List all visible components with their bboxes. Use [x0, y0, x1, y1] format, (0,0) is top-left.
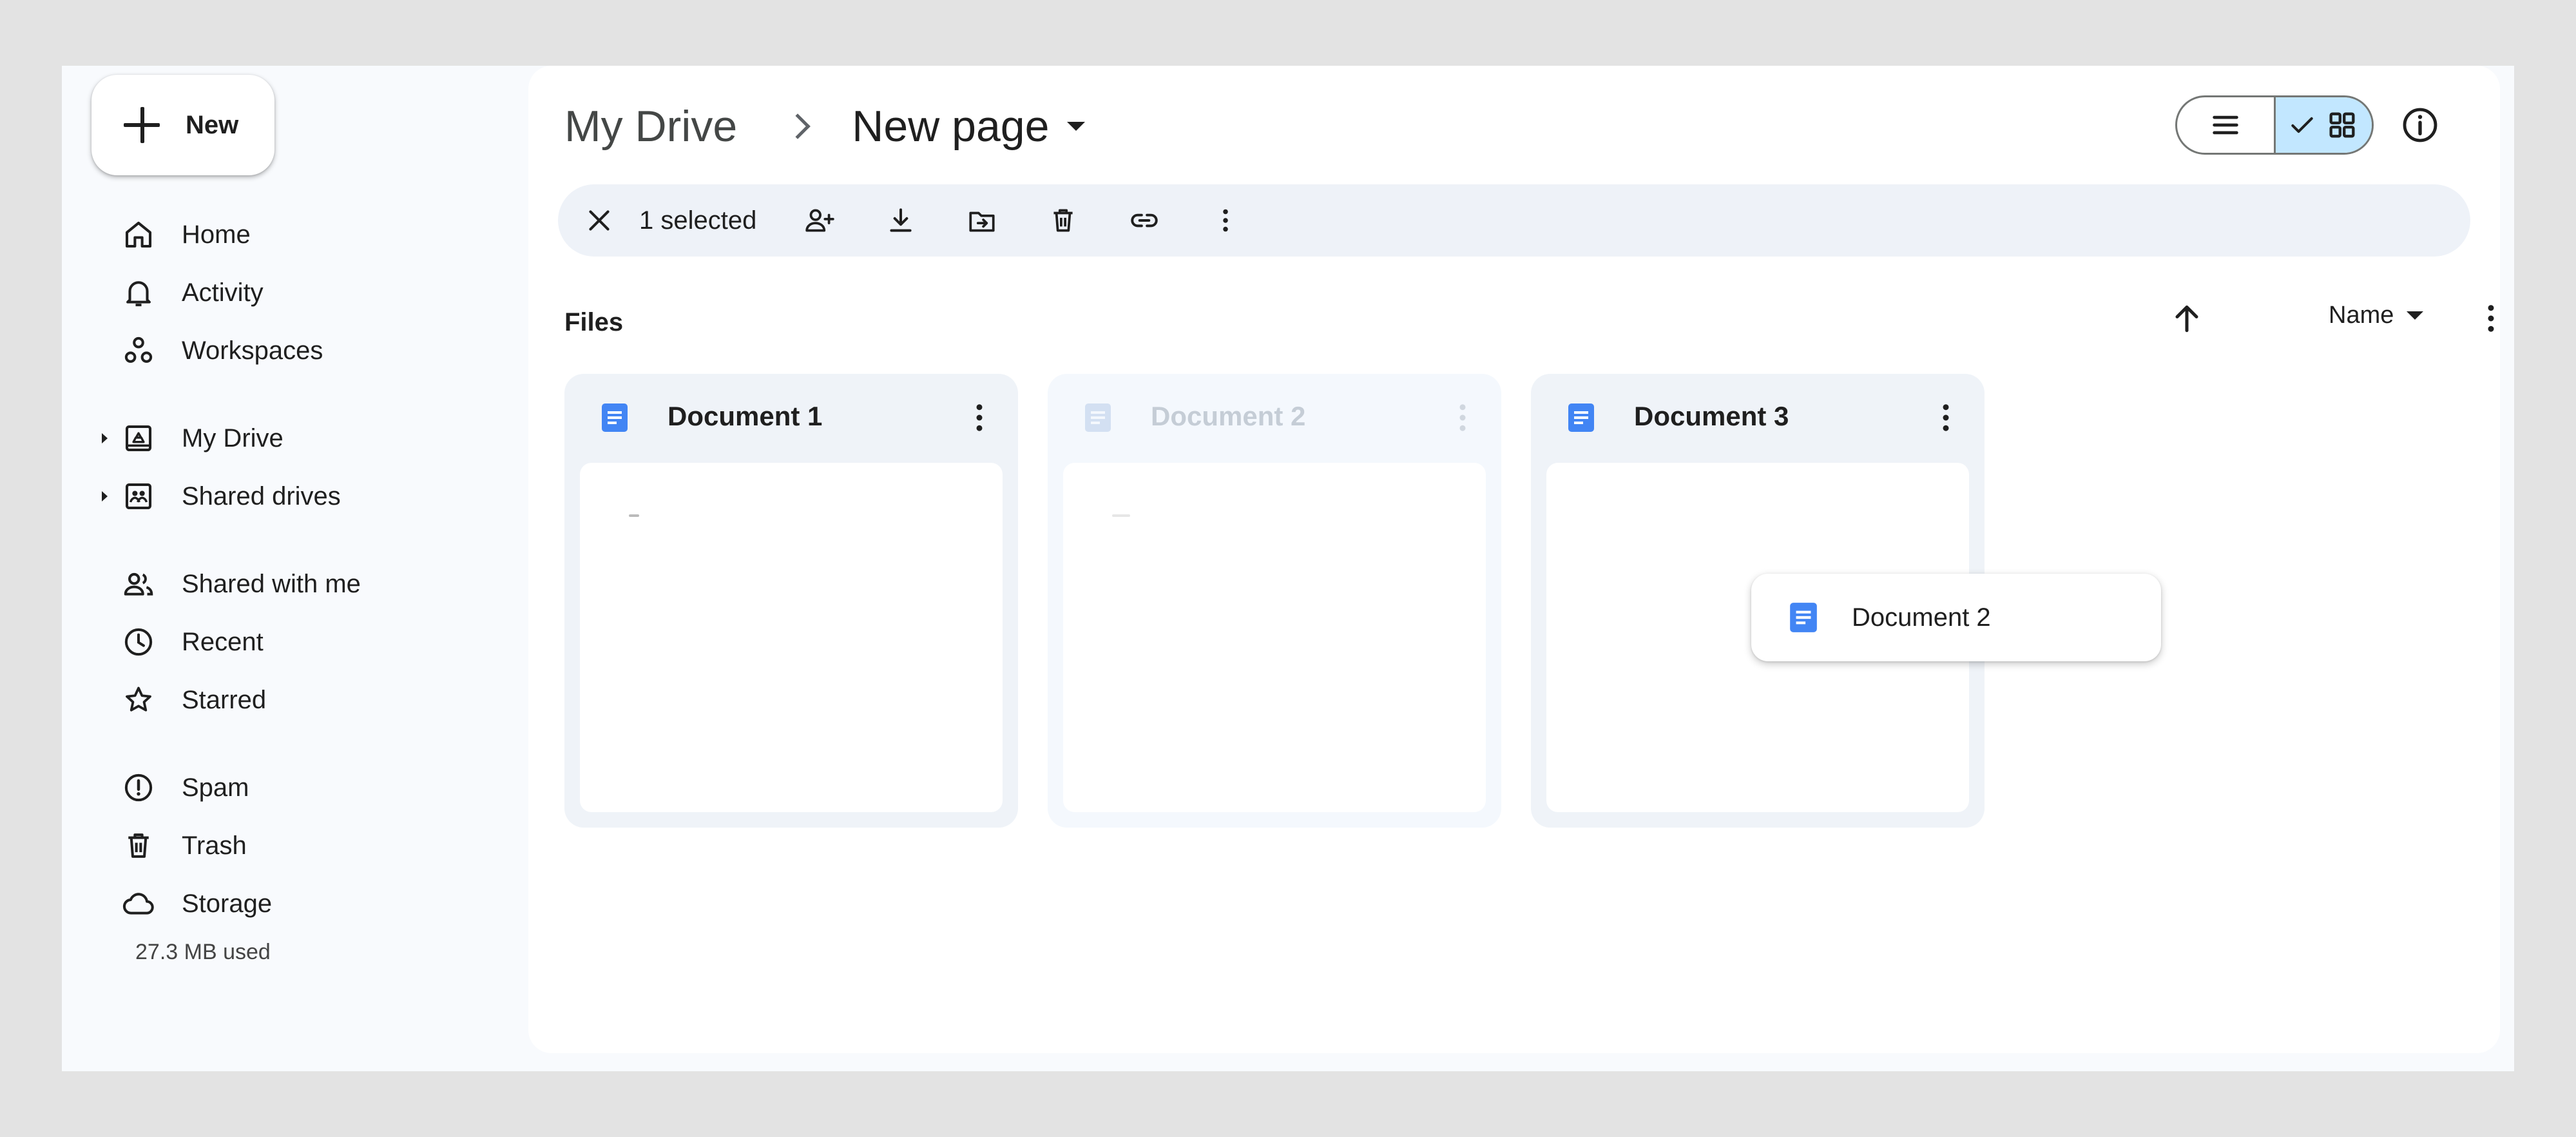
file-card[interactable]: Document 1: [564, 374, 1018, 828]
drag-ghost-label: Document 2: [1852, 603, 1991, 632]
more-vert-icon[interactable]: [1927, 398, 1965, 437]
download-button[interactable]: [881, 201, 920, 240]
main-panel: My Drive New page 1 selected Files Name …: [528, 66, 2500, 1053]
file-card-title: Document 1: [668, 401, 823, 431]
sidebar-item-label: Shared with me: [182, 569, 361, 598]
breadcrumb: My Drive New page: [564, 94, 1086, 159]
breadcrumb-root[interactable]: My Drive: [564, 101, 737, 151]
bell-icon: [126, 281, 151, 307]
link-icon: [1131, 213, 1158, 228]
grid-view-button[interactable]: [2273, 97, 2372, 153]
drive-app: New Home Activity Workspaces My Drive Sh…: [62, 66, 2514, 1071]
sidebar-item-label: Storage: [182, 889, 273, 918]
view-toggle: [2175, 95, 2374, 155]
sidebar-item-recent[interactable]: Recent: [121, 616, 264, 668]
spam-icon: [124, 773, 153, 802]
drag-ghost[interactable]: Document 2: [1751, 574, 2161, 661]
clear-selection-button[interactable]: [580, 201, 619, 240]
google-docs-icon: [602, 403, 628, 432]
new-button-label: New: [186, 110, 239, 139]
file-card[interactable]: Document 2: [1048, 374, 1501, 828]
grid-icon: [2329, 112, 2355, 138]
shared-drives-icon: [125, 483, 152, 510]
file-preview-thumbnail: [580, 463, 1003, 812]
drive-icon: [125, 425, 152, 452]
google-docs-icon: [1568, 403, 1594, 432]
people-icon: [124, 572, 153, 596]
page-title: New page: [852, 102, 1050, 151]
sidebar-item-label: My Drive: [182, 423, 284, 452]
sort-direction-arrow-up-icon[interactable]: [2167, 299, 2206, 338]
trash-icon: [1053, 209, 1073, 232]
sidebar-item-label: Shared drives: [182, 481, 341, 510]
clock-icon: [124, 628, 153, 656]
more-vert-icon: [1223, 209, 1229, 232]
sidebar-item-shared-with-me[interactable]: Shared with me: [121, 558, 361, 610]
list-view-button[interactable]: [2177, 97, 2274, 153]
list-icon: [2213, 115, 2238, 135]
sidebar-item-my-drive[interactable]: My Drive: [102, 413, 284, 464]
more-vert-icon[interactable]: [1443, 398, 1482, 437]
caret-down-icon: [1067, 122, 1086, 131]
file-card-title: Document 2: [1151, 401, 1306, 431]
breadcrumb-current-folder[interactable]: New page: [852, 101, 1086, 151]
sidebar-item-starred[interactable]: Starred: [121, 674, 266, 726]
sidebar-item-spam[interactable]: Spam: [121, 762, 249, 813]
selection-count: 1 selected: [639, 206, 757, 235]
home-icon: [125, 221, 152, 248]
sidebar-item-home[interactable]: Home: [121, 209, 251, 260]
selection-toolbar: 1 selected: [558, 184, 2470, 257]
google-docs-icon: [1085, 403, 1111, 432]
file-preview-thumbnail: [1063, 463, 1486, 812]
sidebar-item-label: Activity: [182, 278, 264, 307]
more-actions-button[interactable]: [1206, 201, 1245, 240]
plus-icon: [124, 107, 160, 143]
check-icon: [2291, 117, 2313, 133]
sidebar-item-storage[interactable]: Storage: [121, 878, 272, 929]
delete-button[interactable]: [1044, 201, 1082, 240]
chevron-right-icon: [785, 113, 811, 139]
file-card-title: Document 3: [1634, 401, 1789, 431]
sidebar-item-label: Home: [182, 220, 251, 249]
close-icon: [589, 210, 610, 231]
sidebar-item-label: Recent: [182, 627, 264, 656]
sort-by-dropdown[interactable]: Name: [2329, 302, 2424, 329]
copy-link-button[interactable]: [1125, 201, 1164, 240]
download-icon: [890, 208, 912, 232]
new-button[interactable]: New: [91, 75, 274, 175]
more-vert-icon[interactable]: [960, 398, 999, 437]
sidebar-item-activity[interactable]: Activity: [121, 267, 264, 318]
sidebar-item-shared-drives[interactable]: Shared drives: [102, 471, 341, 522]
storage-used-text: 27.3 MB used: [135, 940, 271, 964]
trash-icon: [128, 833, 149, 858]
move-button[interactable]: [963, 201, 1001, 240]
sidebar-item-trash[interactable]: Trash: [121, 820, 247, 871]
add-person-icon: [805, 209, 835, 232]
sidebar-item-workspaces[interactable]: Workspaces: [121, 325, 323, 376]
sidebar: New Home Activity Workspaces My Drive Sh…: [62, 66, 528, 1071]
cloud-icon: [122, 893, 154, 915]
expand-caret-icon[interactable]: [102, 491, 108, 501]
move-to-folder-icon: [969, 211, 995, 232]
caret-down-icon: [2407, 311, 2424, 320]
expand-caret-icon[interactable]: [102, 433, 108, 443]
share-button[interactable]: [800, 201, 839, 240]
sort-by-label: Name: [2329, 302, 2394, 329]
sidebar-item-label: Starred: [182, 685, 267, 714]
sidebar-item-label: Trash: [182, 831, 247, 860]
files-section-title: Files: [564, 308, 624, 336]
google-docs-icon: [1790, 603, 1817, 632]
sidebar-item-label: Spam: [182, 773, 249, 802]
workspaces-icon: [124, 336, 153, 363]
sidebar-item-label: Workspaces: [182, 336, 323, 365]
more-vert-icon[interactable]: [2472, 299, 2510, 338]
star-icon: [126, 686, 151, 712]
info-icon[interactable]: [2399, 104, 2441, 146]
